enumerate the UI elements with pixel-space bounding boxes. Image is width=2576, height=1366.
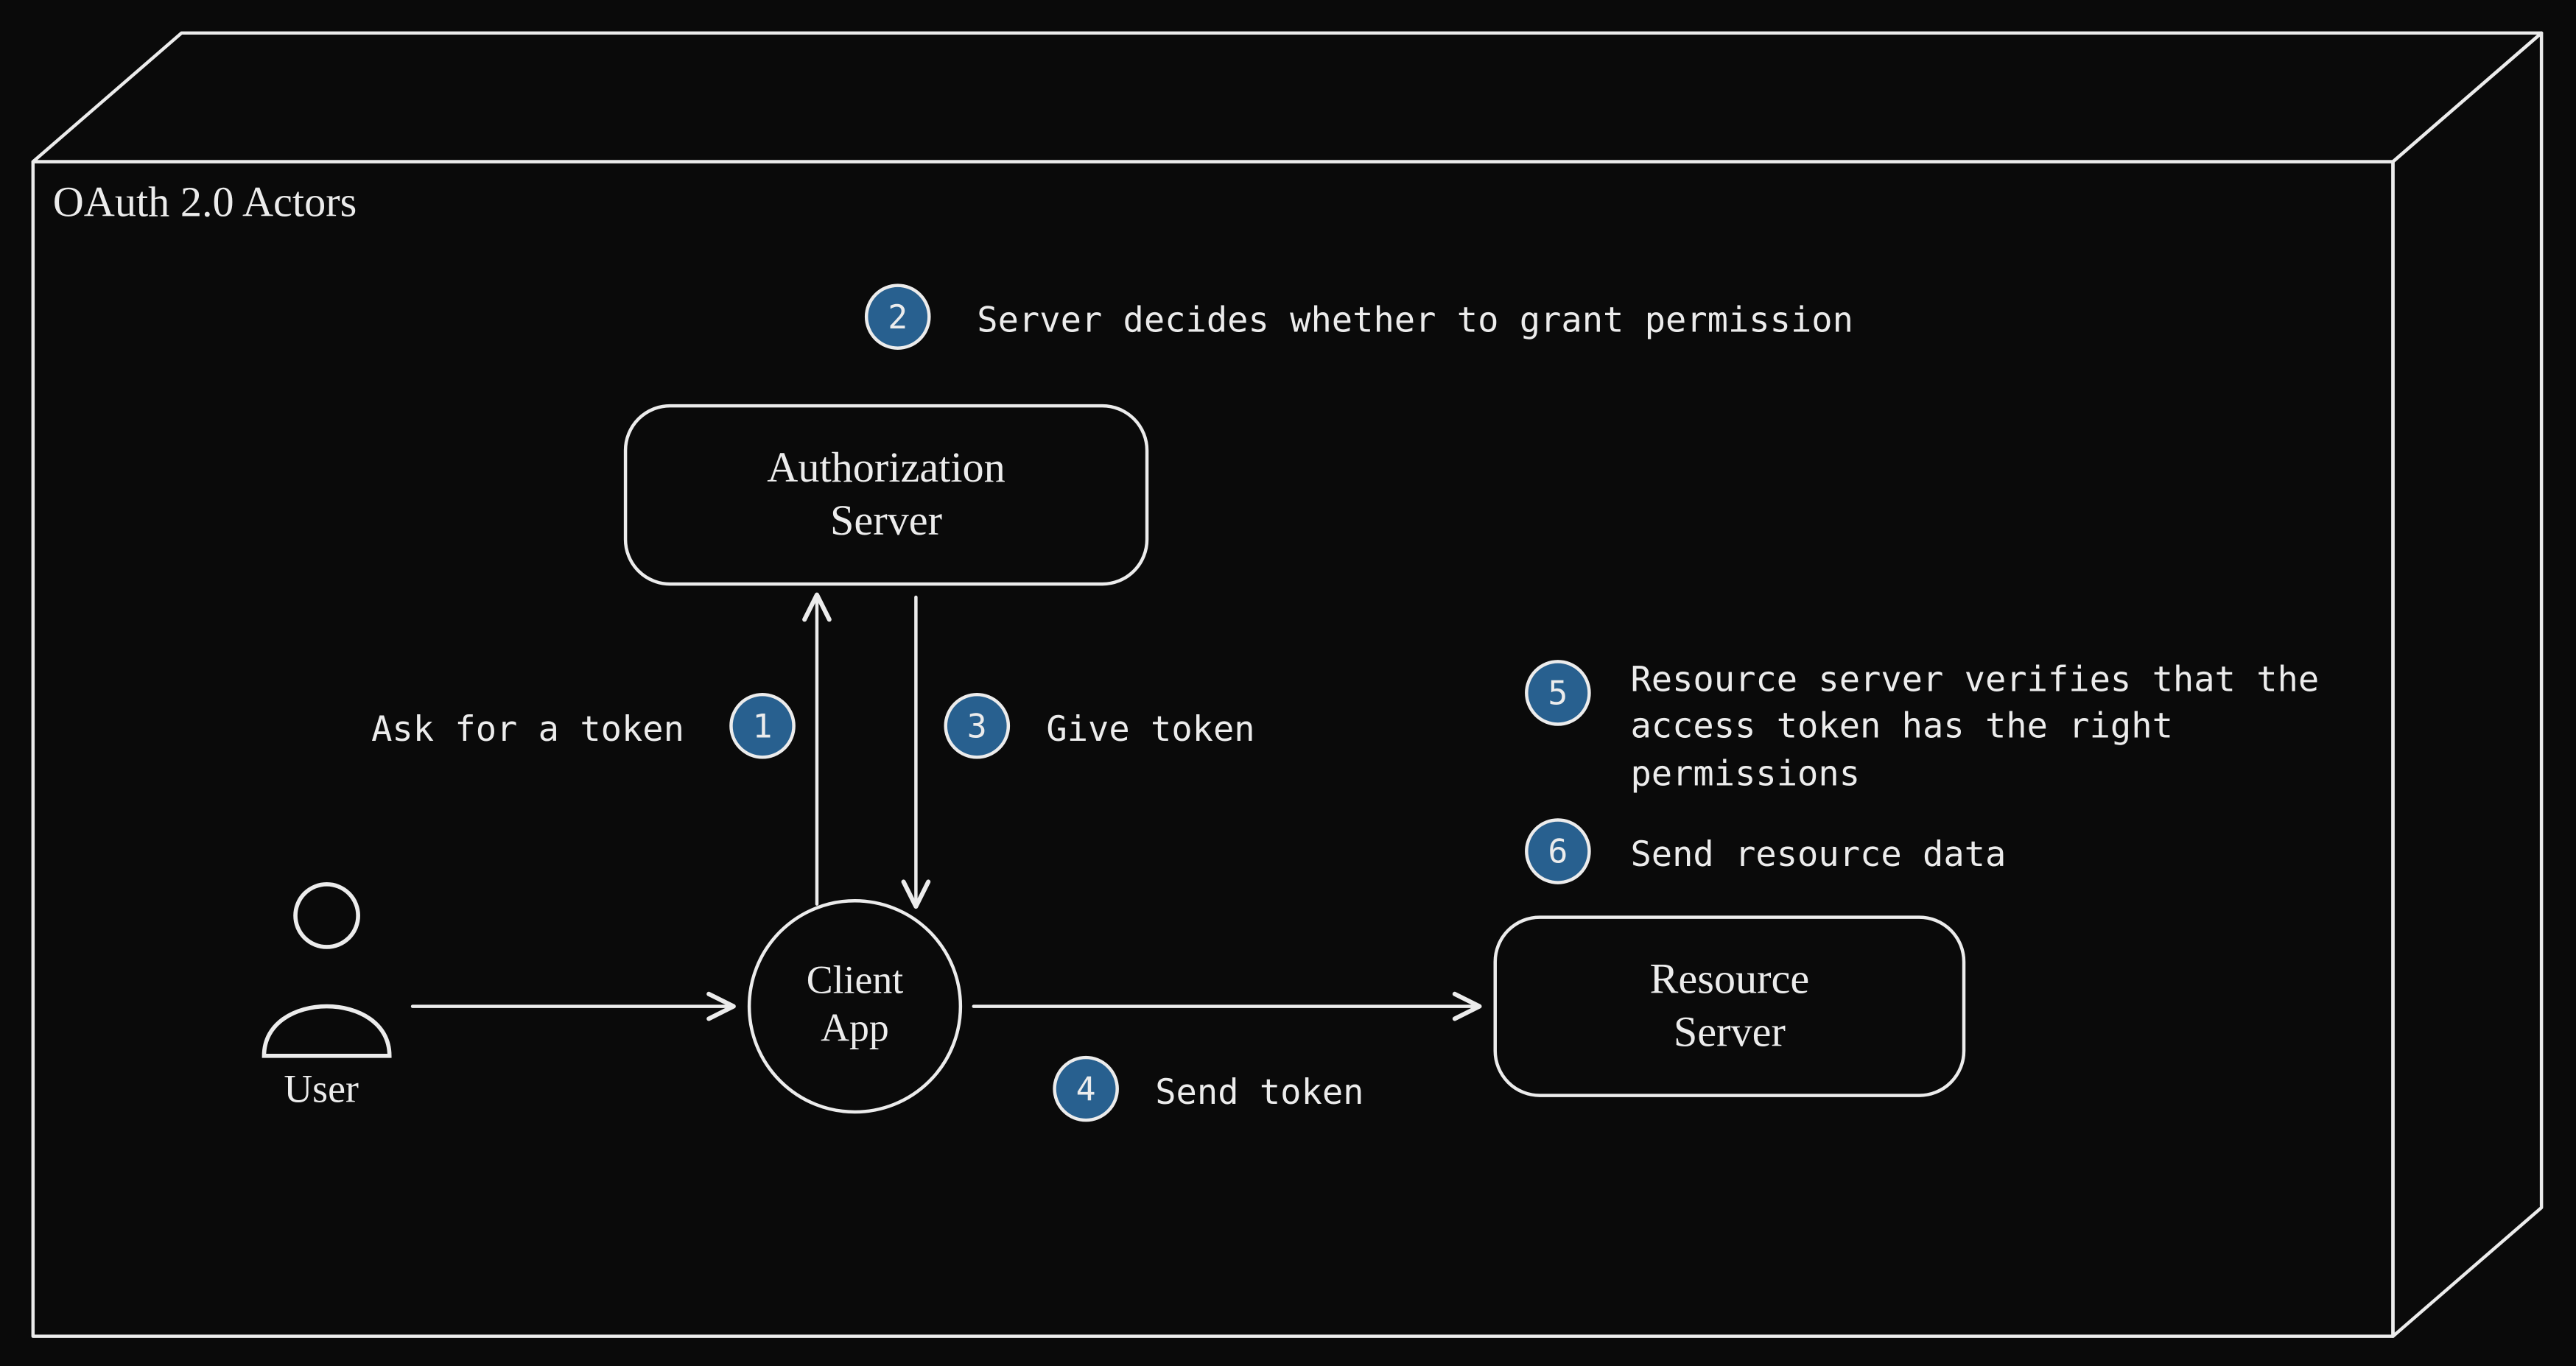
- user-label: User: [284, 1069, 359, 1113]
- step-badge-2: 2: [865, 284, 931, 350]
- step-label-1: Ask for a token: [371, 709, 684, 749]
- diagram-title: OAuth 2.0 Actors: [53, 178, 357, 228]
- node-authorization-server: Authorization Server: [624, 404, 1148, 585]
- client-label-line1: Client: [807, 959, 903, 1007]
- step-label-6: Send resource data: [1630, 835, 2006, 875]
- auth-server-label-line1: Authorization: [767, 441, 1006, 495]
- step-badge-6: 6: [1525, 818, 1591, 884]
- step-label-4: Send token: [1155, 1072, 1364, 1112]
- client-label-line2: App: [821, 1007, 889, 1055]
- step-badge-3: 3: [944, 693, 1010, 759]
- step-badge-5: 5: [1525, 660, 1591, 726]
- step-label-5: Resource server verifies that the access…: [1630, 657, 2340, 797]
- auth-server-label-line2: Server: [830, 495, 942, 549]
- resource-label-line1: Resource: [1649, 953, 1809, 1007]
- resource-label-line2: Server: [1674, 1007, 1786, 1060]
- node-resource-server: Resource Server: [1494, 915, 1966, 1096]
- step-badge-1: 1: [729, 693, 796, 759]
- step-label-3: Give token: [1046, 709, 1254, 749]
- step-badge-4: 4: [1053, 1056, 1119, 1122]
- node-client-app: Client App: [748, 899, 962, 1113]
- step-label-2: Server decides whether to grant permissi…: [977, 300, 1853, 340]
